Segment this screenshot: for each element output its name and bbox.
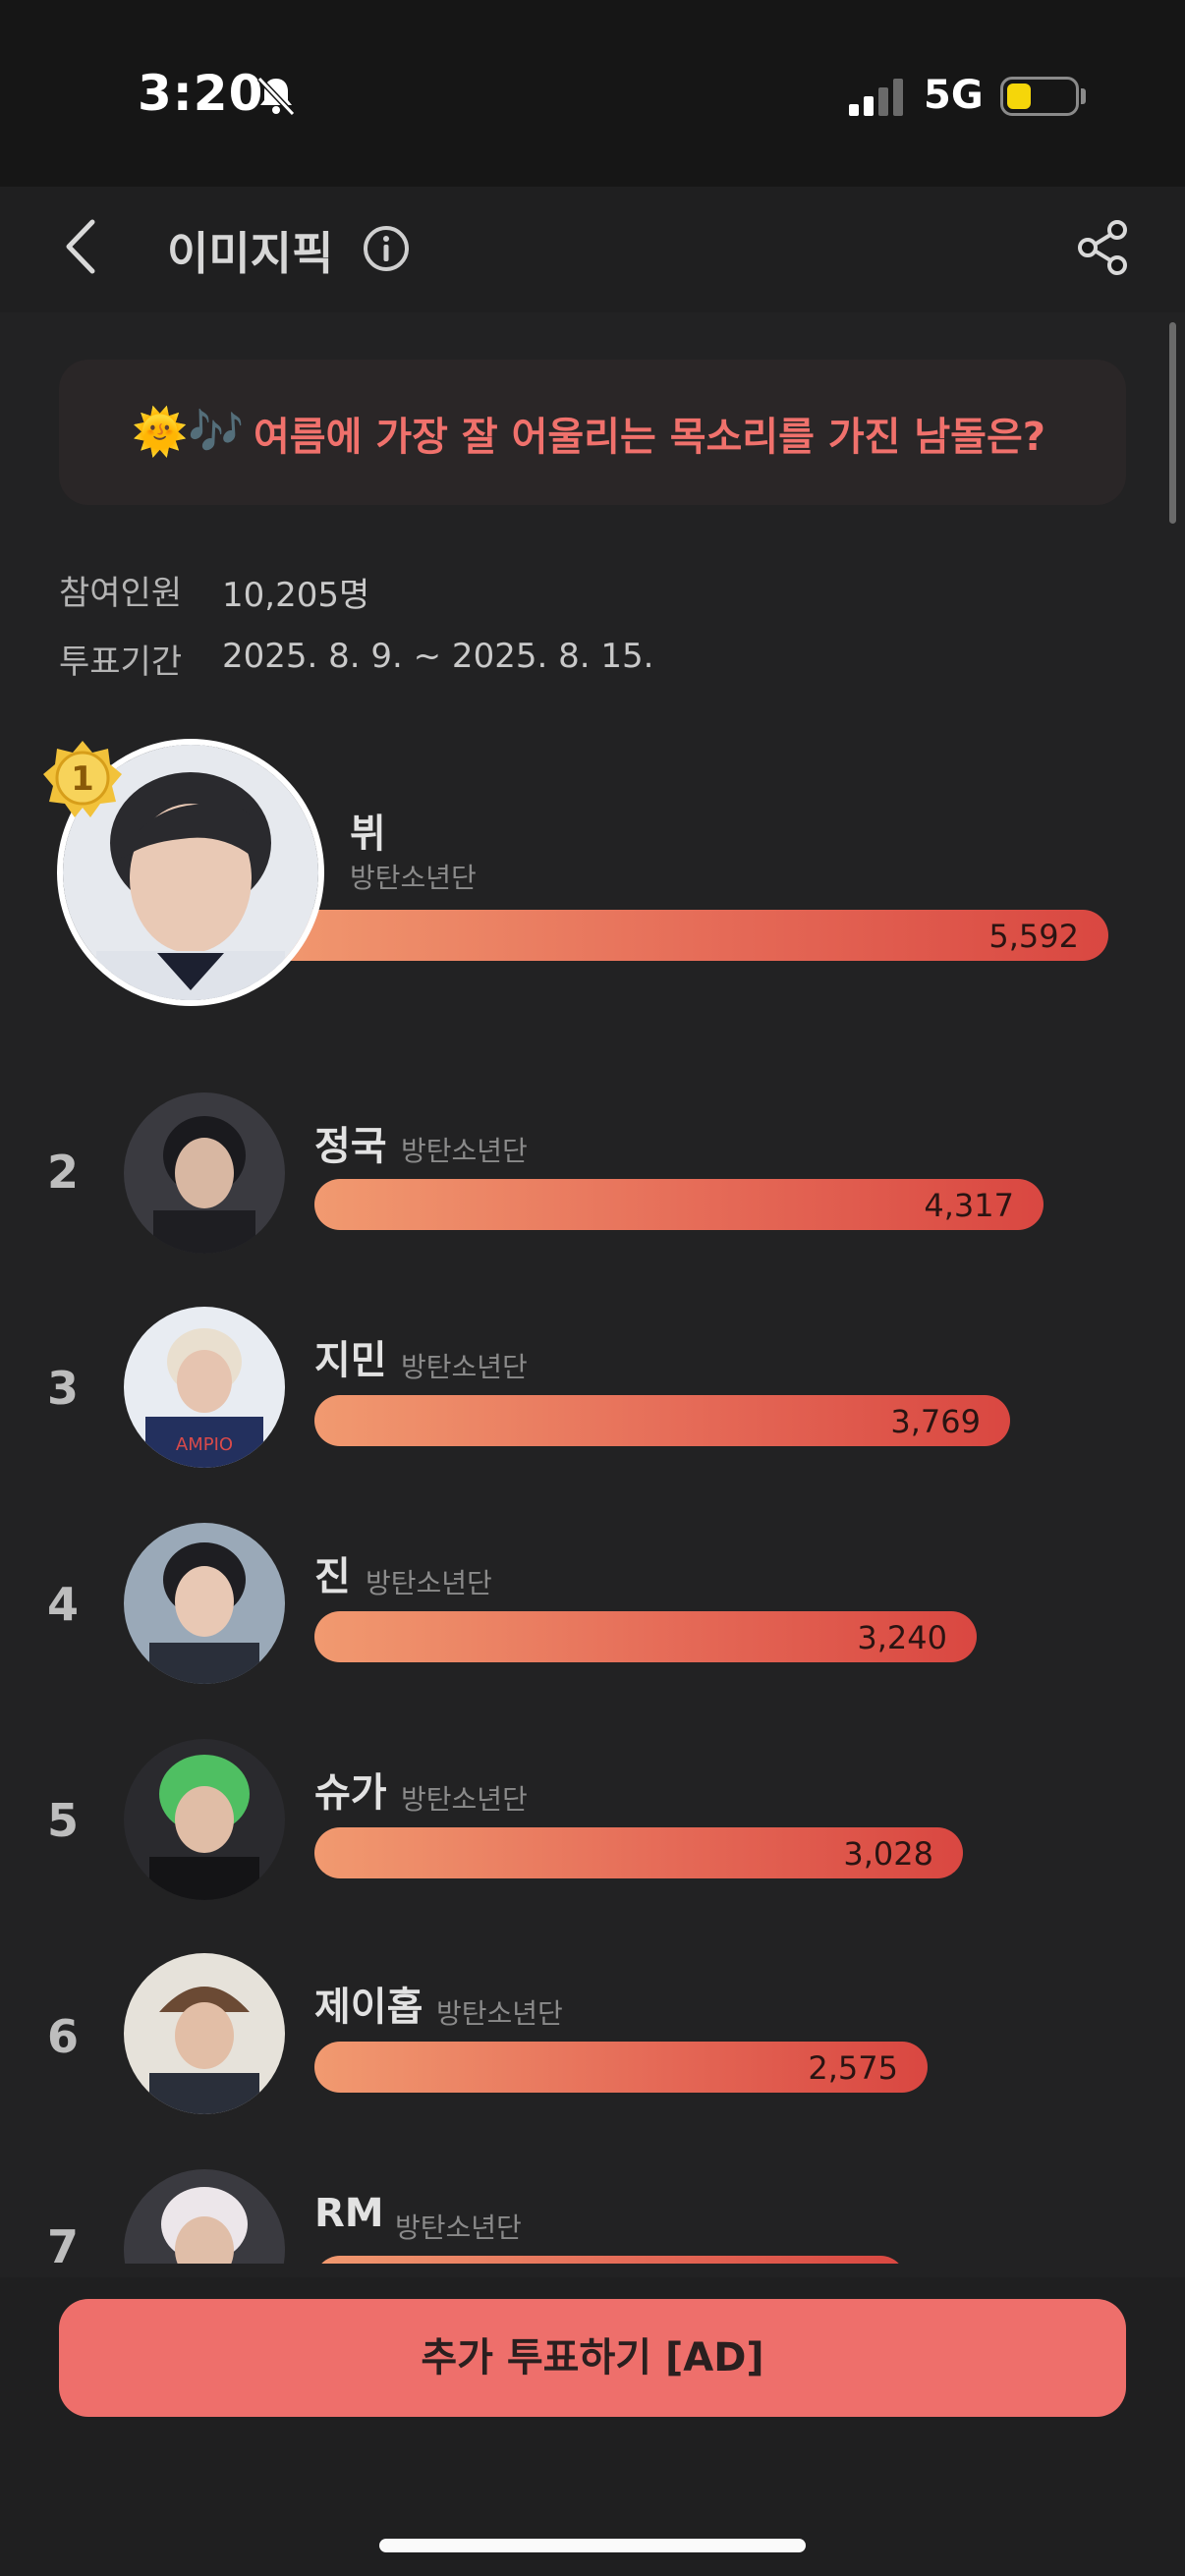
share-button[interactable] — [1073, 218, 1132, 277]
rank-badge-text: 1 — [71, 759, 94, 799]
name-2: 정국 — [314, 1124, 387, 1169]
name-6: 제이홉 — [314, 1985, 423, 2030]
group-6: 방탄소년단 — [436, 1997, 563, 2030]
status-bar: 3:20 5G 이미지픽 — [0, 0, 1185, 280]
vote-count: 2,575 — [808, 2049, 898, 2087]
extra-vote-button[interactable]: 추가 투표하기 [AD] — [59, 2299, 1126, 2417]
signal-icon — [849, 79, 903, 116]
rank-number: 5 — [46, 1794, 79, 1847]
rank-number: 2 — [46, 1146, 79, 1199]
vote-bar-3: 3,769 — [314, 1395, 1010, 1446]
avatar-5[interactable] — [124, 1739, 285, 1900]
avatar-7[interactable] — [124, 2169, 285, 2264]
home-indicator — [379, 2539, 806, 2552]
vote-count: 5,592 — [988, 918, 1079, 955]
vote-bar-7 — [314, 2256, 906, 2264]
name-3: 지민 — [314, 1338, 387, 1383]
group-3: 방탄소년단 — [401, 1351, 528, 1383]
group-5: 방탄소년단 — [401, 1783, 528, 1816]
rank-number: 4 — [46, 1578, 79, 1631]
name-1: 뷔 — [350, 812, 386, 857]
avatar-4[interactable] — [124, 1523, 285, 1684]
vote-count: 3,028 — [843, 1835, 933, 1873]
vote-bar-1: 5,592 — [257, 910, 1108, 961]
scrollbar[interactable] — [1169, 322, 1176, 524]
vote-count: 4,317 — [924, 1187, 1014, 1224]
name-7: RM — [314, 2191, 384, 2236]
rank-number: 7 — [46, 2220, 79, 2264]
rank-7-row[interactable]: 7 RM 방탄소년단 — [0, 2161, 1185, 2264]
group-2: 방탄소년단 — [401, 1135, 528, 1167]
vote-count: 3,769 — [890, 1403, 981, 1440]
svg-text:AMPIO: AMPIO — [176, 1434, 233, 1455]
avatar-3[interactable]: AMPIO — [124, 1307, 285, 1468]
group-7: 방탄소년단 — [395, 2212, 522, 2244]
network-label: 5G — [924, 73, 984, 118]
info-icon[interactable] — [362, 224, 411, 273]
back-button[interactable] — [57, 216, 106, 277]
rank-number: 6 — [46, 2010, 79, 2063]
bell-off-icon — [256, 76, 296, 117]
name-5: 슈가 — [314, 1770, 387, 1816]
battery-cap — [1081, 88, 1086, 104]
vote-bar-2: 4,317 — [314, 1179, 1044, 1230]
group-1: 방탄소년단 — [350, 862, 477, 894]
vote-bar-4: 3,240 — [314, 1611, 977, 1662]
rank-number: 3 — [46, 1362, 79, 1415]
question-emoji: 🌞🎶 — [132, 405, 245, 458]
group-4: 방탄소년단 — [366, 1567, 492, 1599]
question-title: 여름에 가장 잘 어울리는 목소리를 가진 남돌은? — [254, 415, 1045, 460]
battery-level — [1007, 84, 1031, 109]
name-4: 진 — [314, 1554, 351, 1599]
page-title: 이미지픽 — [167, 227, 334, 280]
participants-label: 참여인원 — [59, 574, 183, 613]
participants-value: 10,205명 — [222, 576, 370, 615]
avatar-6[interactable] — [124, 1953, 285, 2114]
vote-count: 3,240 — [857, 1619, 947, 1656]
period-value: 2025. 8. 9. ~ 2025. 8. 15. — [222, 637, 654, 676]
avatar-2[interactable] — [124, 1092, 285, 1254]
gold-medal-icon: 1 — [43, 741, 122, 817]
status-time: 3:20 — [138, 65, 264, 122]
vote-bar-5: 3,028 — [314, 1827, 963, 1878]
vote-bar-6: 2,575 — [314, 2042, 928, 2093]
period-label: 투표기간 — [59, 643, 183, 682]
battery-icon — [1000, 77, 1079, 116]
